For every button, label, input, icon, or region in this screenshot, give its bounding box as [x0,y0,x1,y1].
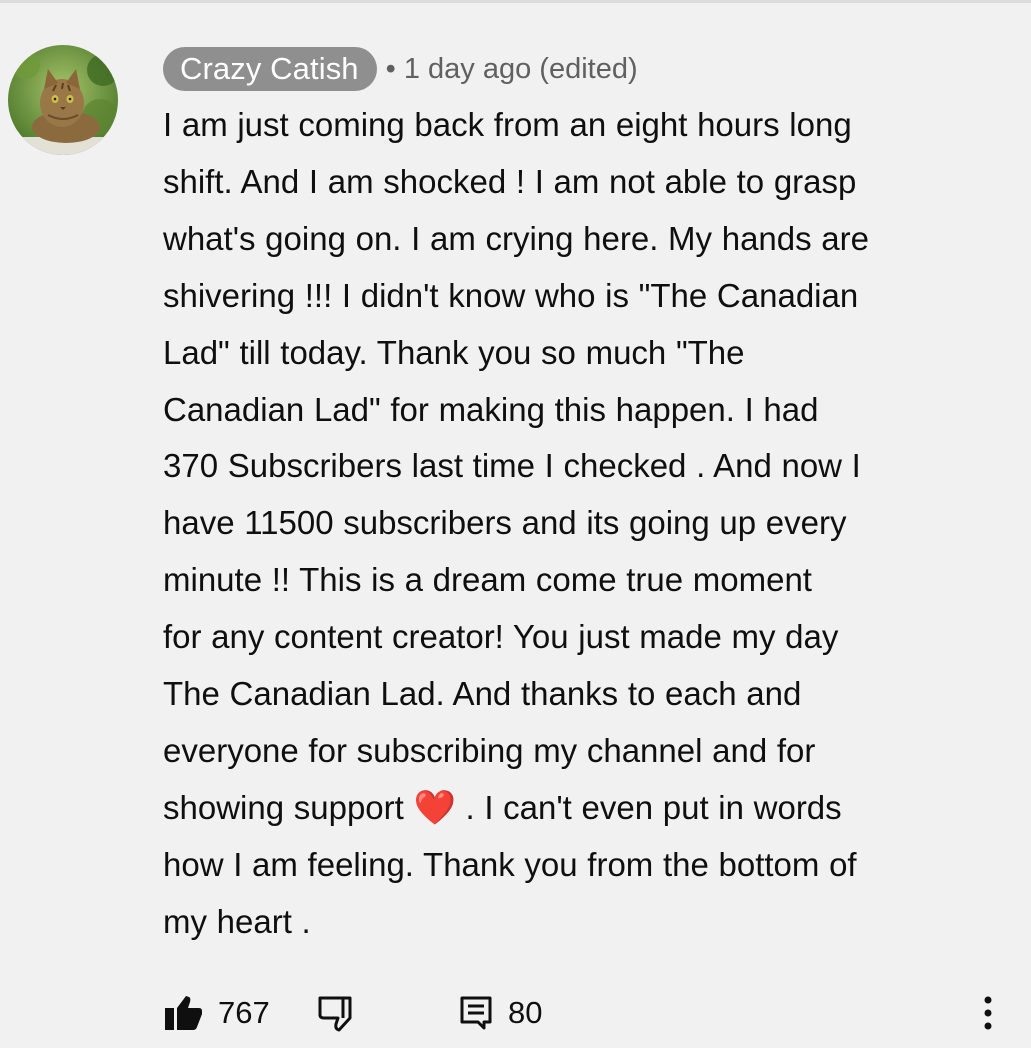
comment-timestamp: • 1 day ago (edited) [385,52,638,85]
more-actions-button[interactable] [983,990,993,1036]
comment-text: I am just coming back from an eight hour… [163,97,1013,951]
author-name[interactable]: Crazy Catish [163,47,377,91]
like-button[interactable]: 767 [163,990,270,1036]
thumbs-down-icon [318,996,352,1032]
dislike-button[interactable] [316,990,356,1036]
comment-icon [460,996,492,1030]
heart-emoji-icon: ❤️ [413,787,456,828]
avatar[interactable] [8,45,118,155]
comment-actions: 767 80 [163,990,1013,1036]
cat-avatar-image [8,45,118,155]
top-divider [0,0,1031,3]
reply-count: 80 [508,995,543,1030]
replies-button[interactable]: 80 [459,990,542,1036]
thumbs-up-icon [165,996,202,1030]
comment-header: Crazy Catish • 1 day ago (edited) [163,46,638,92]
like-count: 767 [218,995,270,1030]
more-vert-icon [984,996,992,1030]
comment-text-part-1: I am just coming back from an eight hour… [163,106,869,826]
